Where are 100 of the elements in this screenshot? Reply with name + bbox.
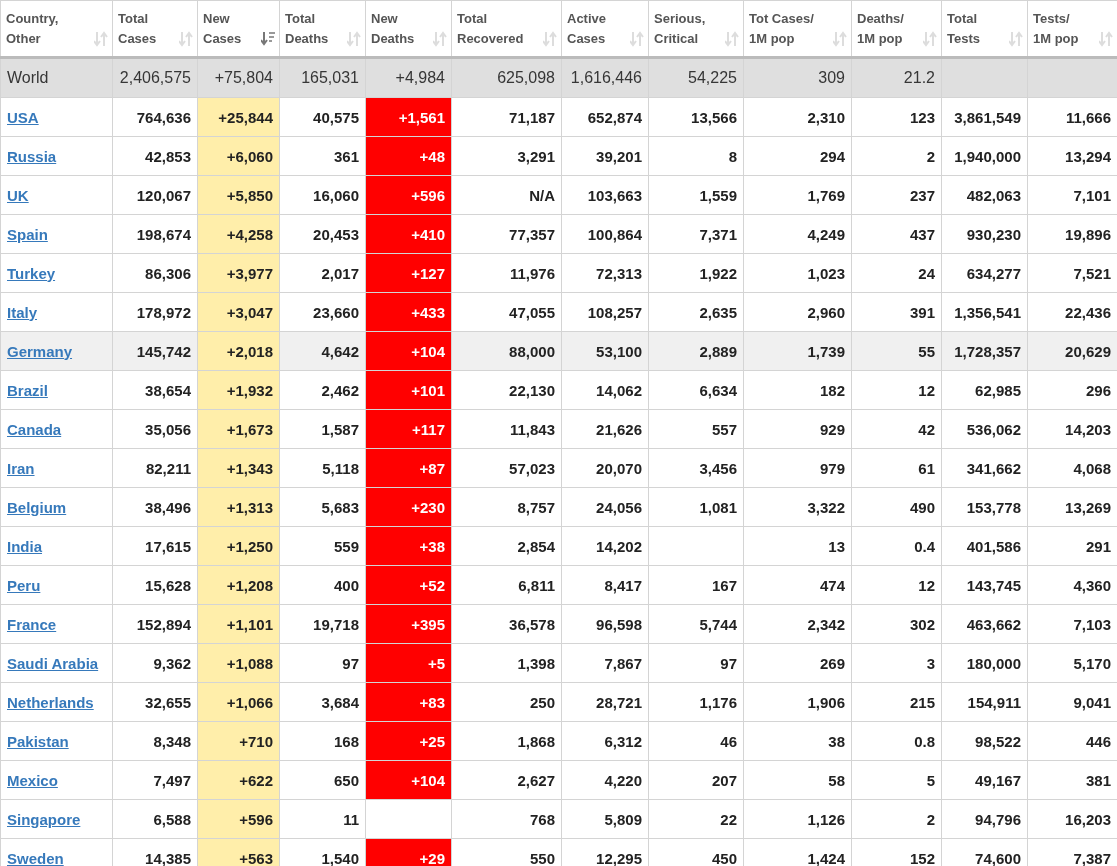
table-cell: 0.8 <box>851 721 942 761</box>
table-cell: 72,313 <box>561 253 649 293</box>
row-label: World <box>0 57 113 98</box>
column-header[interactable]: New Deaths <box>365 0 452 58</box>
column-header[interactable]: Tests/ 1M pop <box>1027 0 1117 58</box>
country-link[interactable]: USA <box>7 108 39 126</box>
table-cell: 652,874 <box>561 97 649 137</box>
table-cell: 2,627 <box>451 760 562 800</box>
country-link[interactable]: Turkey <box>7 264 56 282</box>
country-link[interactable]: Brazil <box>7 381 48 399</box>
table-cell: 361 <box>279 136 366 176</box>
table-cell: 634,277 <box>941 253 1028 293</box>
table-cell: 38 <box>743 721 852 761</box>
column-header[interactable]: Total Cases <box>112 0 198 58</box>
table-cell: 168 <box>279 721 366 761</box>
column-header[interactable]: Country, Other <box>0 0 113 58</box>
table-cell: 1,940,000 <box>941 136 1028 176</box>
column-title: New Cases <box>203 9 242 48</box>
table-cell: 1,398 <box>451 643 562 683</box>
country-link[interactable]: Iran <box>7 459 35 477</box>
table-cell: 24,056 <box>561 487 649 527</box>
column-header[interactable]: Active Cases <box>561 0 649 58</box>
table-cell: +1,208 <box>197 565 280 605</box>
column-header[interactable]: New Cases <box>197 0 280 58</box>
table-cell: 152,894 <box>112 604 198 644</box>
table-cell: 4,642 <box>279 331 366 371</box>
table-cell: +25,844 <box>197 97 280 137</box>
column-header[interactable]: Total Recovered <box>451 0 562 58</box>
table-cell: 23,660 <box>279 292 366 332</box>
table-cell: 3,684 <box>279 682 366 722</box>
table-cell: +1,088 <box>197 643 280 683</box>
table-cell: 14,062 <box>561 370 649 410</box>
table-cell: 8,757 <box>451 487 562 527</box>
table-cell: +127 <box>365 253 452 293</box>
country-link[interactable]: India <box>7 537 42 555</box>
table-cell: 5,744 <box>648 604 744 644</box>
country-link[interactable]: Russia <box>7 147 57 165</box>
table-cell: 401,586 <box>941 526 1028 566</box>
table-cell: 13 <box>743 526 852 566</box>
column-title: Tot Cases/ 1M pop <box>749 9 814 48</box>
table-cell: 42 <box>851 409 942 449</box>
table-cell: 145,742 <box>112 331 198 371</box>
table-cell: 6,811 <box>451 565 562 605</box>
table-cell: +1,250 <box>197 526 280 566</box>
column-header[interactable]: Deaths/ 1M pop <box>851 0 942 58</box>
table-cell: 54,225 <box>648 57 744 98</box>
table-cell: 46 <box>648 721 744 761</box>
table-cell: +230 <box>365 487 452 527</box>
table-cell: 11 <box>279 799 366 839</box>
table-cell: 38,496 <box>112 487 198 527</box>
country-link[interactable]: Spain <box>7 225 48 243</box>
table-cell: 96,598 <box>561 604 649 644</box>
table-cell: 3,861,549 <box>941 97 1028 137</box>
table-cell: 12 <box>851 370 942 410</box>
table-cell: +1,673 <box>197 409 280 449</box>
table-cell: +29 <box>365 838 452 866</box>
table-cell: 341,662 <box>941 448 1028 488</box>
table-cell: 1,559 <box>648 175 744 215</box>
table-cell: N/A <box>451 175 562 215</box>
column-header[interactable]: Total Deaths <box>279 0 366 58</box>
table-cell: 40,575 <box>279 97 366 137</box>
table-cell: +710 <box>197 721 280 761</box>
table-cell: 7,867 <box>561 643 649 683</box>
table-cell: 557 <box>648 409 744 449</box>
table-cell: 1,616,446 <box>561 57 649 98</box>
table-cell: 1,587 <box>279 409 366 449</box>
table-cell: 180,000 <box>941 643 1028 683</box>
table-cell: +3,977 <box>197 253 280 293</box>
column-header[interactable]: Total Tests <box>941 0 1028 58</box>
column-title: Total Tests <box>947 9 980 48</box>
table-cell: +83 <box>365 682 452 722</box>
table-cell: 7,497 <box>112 760 198 800</box>
country-link[interactable]: France <box>7 615 57 633</box>
table-cell: 490 <box>851 487 942 527</box>
country-link[interactable]: Italy <box>7 303 37 321</box>
table-cell: 57,023 <box>451 448 562 488</box>
table-cell: +563 <box>197 838 280 866</box>
country-link[interactable]: UK <box>7 186 29 204</box>
table-cell: 61 <box>851 448 942 488</box>
table-cell: 86,306 <box>112 253 198 293</box>
country-link[interactable]: Peru <box>7 576 41 594</box>
table-cell: 77,357 <box>451 214 562 254</box>
table-cell: 58 <box>743 760 852 800</box>
column-header[interactable]: Tot Cases/ 1M pop <box>743 0 852 58</box>
table-cell: 625,098 <box>451 57 562 98</box>
table-cell: 5 <box>851 760 942 800</box>
column-header[interactable]: Serious, Critical <box>648 0 744 58</box>
table-cell: 2,406,575 <box>112 57 198 98</box>
table-cell: +104 <box>365 760 452 800</box>
table-cell: +117 <box>365 409 452 449</box>
table-cell: 309 <box>743 57 852 98</box>
table-cell: +6,060 <box>197 136 280 176</box>
table-cell: +52 <box>365 565 452 605</box>
table-cell: 17,615 <box>112 526 198 566</box>
table-cell: 15,628 <box>112 565 198 605</box>
table-cell: 178,972 <box>112 292 198 332</box>
table-cell: 6,588 <box>112 799 198 839</box>
table-cell: +3,047 <box>197 292 280 332</box>
table-cell: 153,778 <box>941 487 1028 527</box>
table-cell: 2,017 <box>279 253 366 293</box>
